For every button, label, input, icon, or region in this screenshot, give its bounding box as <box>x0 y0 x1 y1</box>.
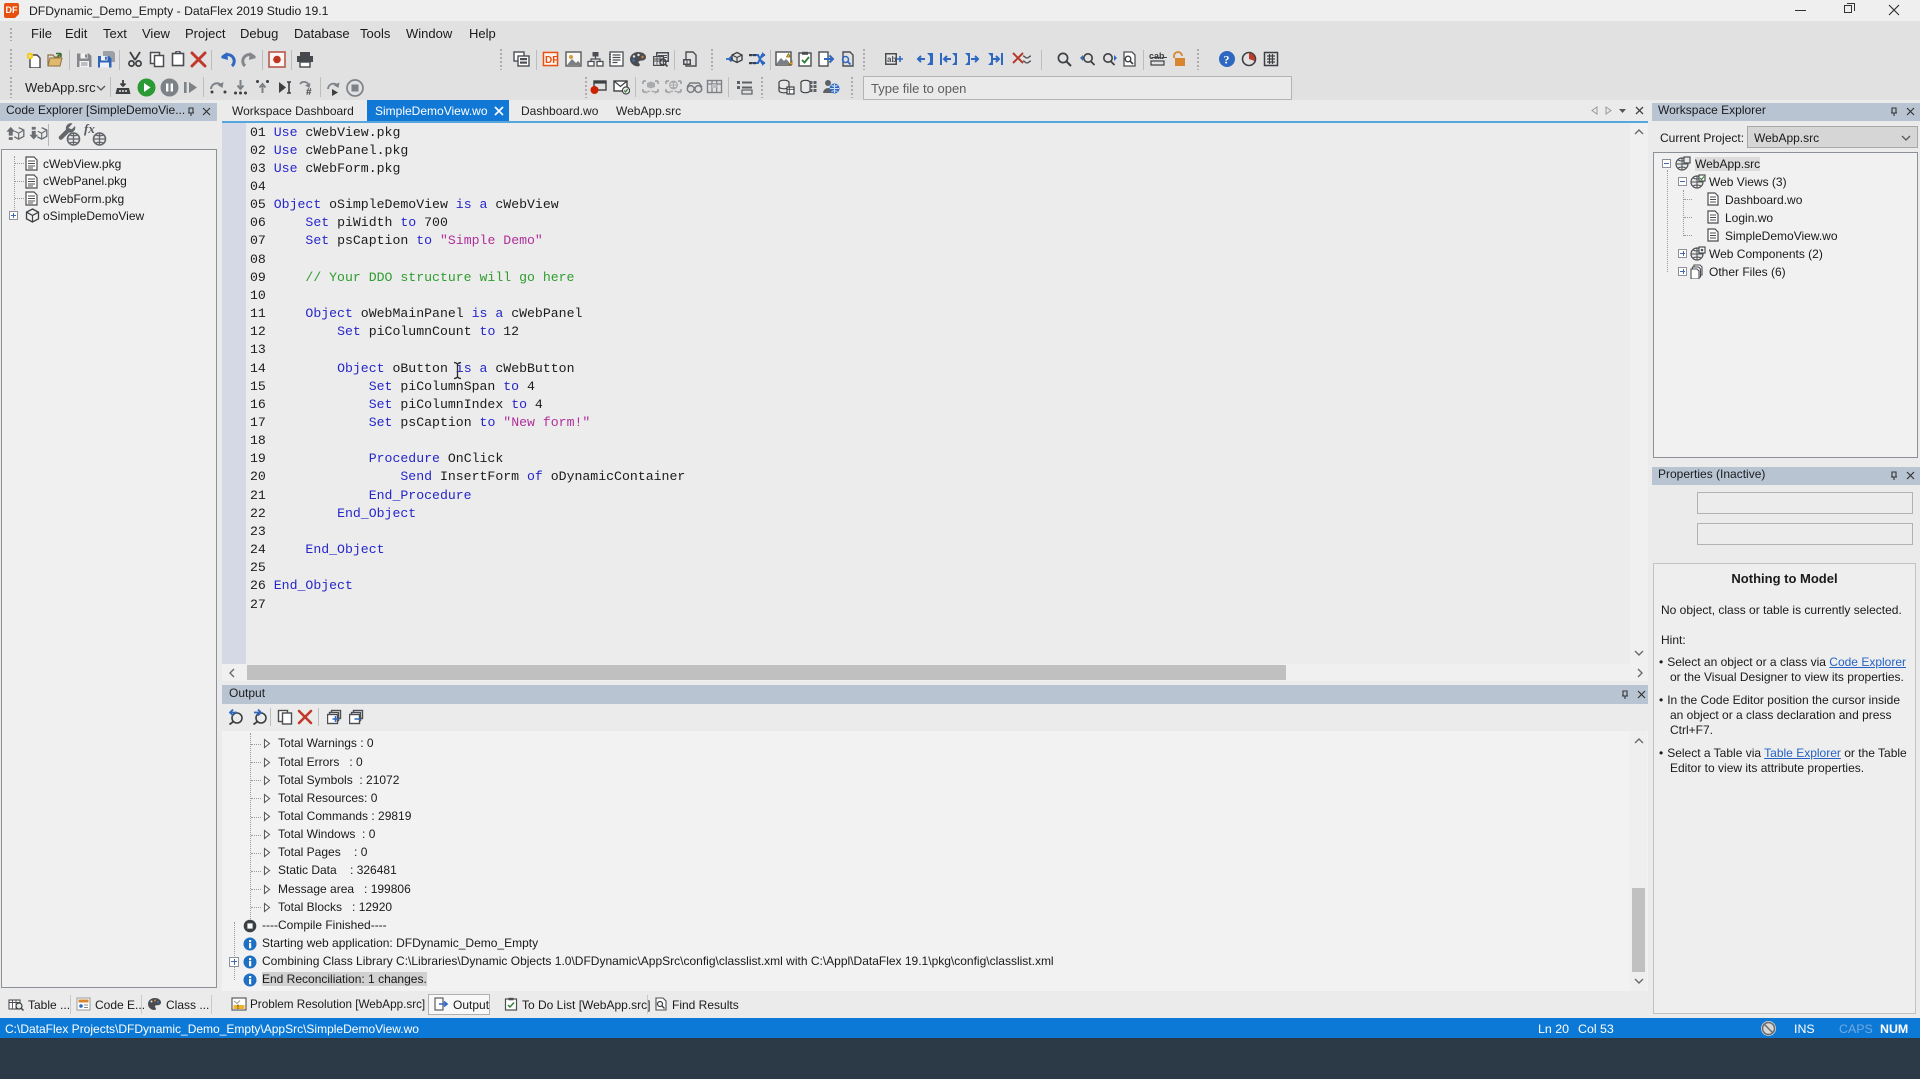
svg-text:?: ? <box>1224 53 1230 67</box>
svg-text:!: ! <box>237 1005 239 1011</box>
svg-text:fx: fx <box>84 122 95 136</box>
svg-text:DF: DF <box>545 55 558 66</box>
svg-text:ab: ab <box>887 55 896 64</box>
svg-text:#: # <box>306 87 312 96</box>
svg-text:c̶a̶b̶: c̶a̶b̶ <box>1149 51 1167 61</box>
